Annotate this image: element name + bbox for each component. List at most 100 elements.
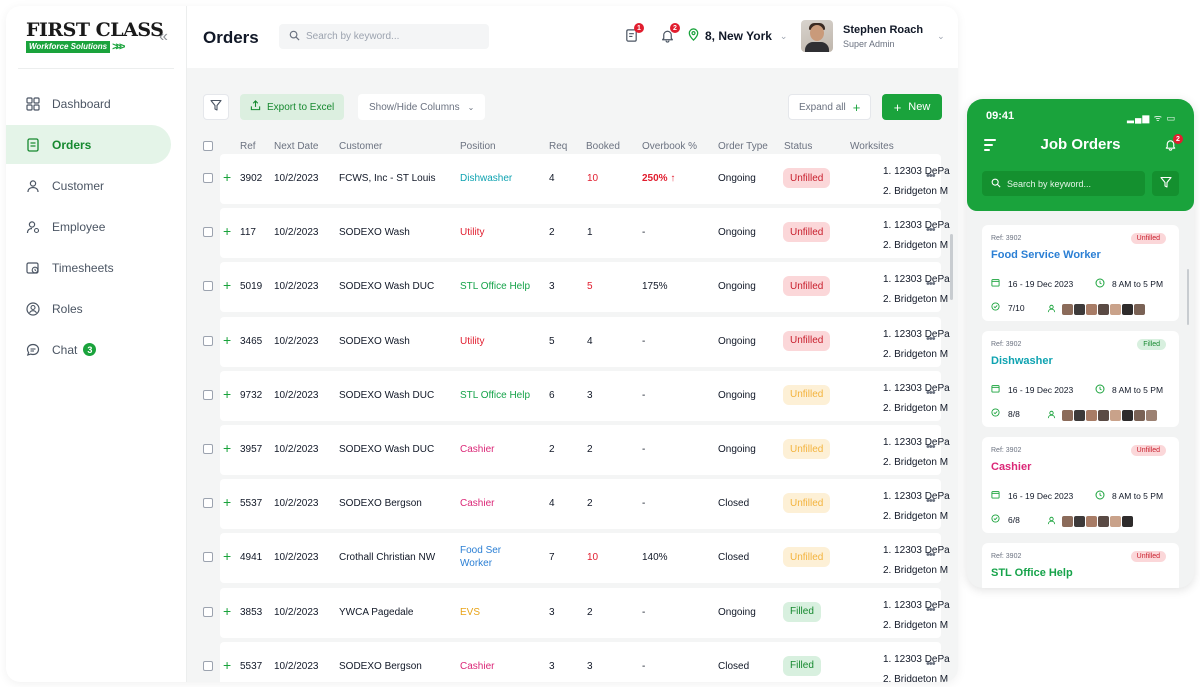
row-more-icon[interactable]: •••: [926, 604, 936, 616]
row-more-icon[interactable]: •••: [926, 278, 936, 290]
column-header-booked[interactable]: Booked: [586, 141, 620, 152]
row-more-icon[interactable]: •••: [926, 170, 936, 182]
expand-row-icon[interactable]: +: [223, 332, 231, 348]
sidebar-item-roles[interactable]: Roles: [6, 289, 186, 328]
staff-avatar: [1086, 515, 1097, 527]
cell-customer: SODEXO Wash DUC: [339, 444, 435, 455]
row-checkbox[interactable]: [203, 606, 213, 617]
expand-row-icon[interactable]: +: [223, 603, 231, 619]
table-row[interactable]: +3902 10/2/2023 FCWS, Inc - ST Louis Dishwa…: [187, 154, 958, 204]
table-row[interactable]: +3957 10/2/2023 SODEXO Wash DUC Cashier 2 2 - O…: [187, 425, 958, 475]
column-header-ref[interactable]: Ref: [240, 141, 256, 152]
row-more-icon[interactable]: •••: [926, 333, 936, 345]
person-icon: [1047, 300, 1062, 318]
assigned-staff: [1047, 406, 1158, 424]
column-header-customer[interactable]: Customer: [339, 141, 382, 152]
expand-row-icon[interactable]: +: [223, 277, 231, 293]
status-badge: Unfilled: [783, 222, 831, 243]
job-ref: Ref: 3902: [991, 447, 1022, 454]
notifications-button[interactable]: 2: [660, 23, 680, 44]
column-header-next-date[interactable]: Next Date: [274, 141, 318, 152]
cell-overbook: -: [642, 390, 645, 401]
row-checkbox[interactable]: [203, 444, 213, 454]
job-order-card[interactable]: Ref: 3902 Unfilled Cashier 16 - 19 Dec 2023…: [982, 437, 1179, 533]
cell-position: Utility: [460, 227, 485, 239]
column-header-position[interactable]: Position: [460, 141, 496, 152]
user-menu[interactable]: Stephen Roach Super Admin ⌄: [801, 20, 945, 52]
row-more-icon[interactable]: •••: [926, 658, 936, 670]
expand-row-icon[interactable]: +: [223, 169, 231, 185]
job-time: 8 AM to 5 PM: [1095, 490, 1163, 502]
expand-all-button[interactable]: Expand all +: [788, 94, 872, 120]
table-row[interactable]: +5019 10/2/2023 SODEXO Wash DUC STL Office …: [187, 262, 958, 313]
expand-row-icon[interactable]: +: [223, 386, 231, 402]
double-chevron-left-icon[interactable]: «: [159, 28, 168, 46]
brand-logo[interactable]: FIRST CLASS Workforce Solutions >>>: [26, 20, 164, 53]
mobile-filter-button[interactable]: [1152, 171, 1179, 196]
mobile-search-input[interactable]: [1007, 178, 1137, 189]
row-checkbox[interactable]: [203, 660, 213, 671]
cell-booked: 1: [587, 227, 593, 239]
sidebar-item-employee[interactable]: Employee: [6, 207, 186, 246]
location-pin-icon: [687, 28, 705, 44]
job-order-card[interactable]: Ref: 3902 Unfilled Food Service Worker 16 -…: [982, 225, 1179, 321]
row-checkbox[interactable]: [203, 389, 213, 400]
expand-row-icon[interactable]: +: [223, 494, 231, 510]
column-header-status[interactable]: Status: [784, 141, 812, 152]
table-row[interactable]: +5537 10/2/2023 SODEXO Bergson Cashier 3 3 - Cl…: [187, 641, 958, 682]
export-excel-button[interactable]: Export to Excel: [240, 94, 345, 120]
row-checkbox[interactable]: [203, 281, 213, 292]
row-checkbox[interactable]: [203, 552, 213, 563]
filter-button[interactable]: [203, 94, 229, 120]
table-row[interactable]: +117 10/2/2023 SODEXO Wash Utility 2 1 - Ongoin…: [187, 208, 958, 259]
row-checkbox[interactable]: [203, 335, 213, 346]
cell-ref: 3957: [240, 444, 263, 455]
job-order-card[interactable]: Ref: 3902 Filled Dishwasher 16 - 19 Dec 202…: [982, 331, 1179, 427]
cell-ref: 3902: [240, 173, 263, 184]
job-time-text: 8 AM to 5 PM: [1112, 491, 1164, 501]
mobile-scrollbar[interactable]: [1187, 269, 1189, 325]
sidebar-item-customer[interactable]: Customer: [6, 166, 186, 205]
staff-avatar: [1122, 515, 1133, 527]
row-more-icon[interactable]: •••: [926, 441, 936, 453]
row-more-icon[interactable]: •••: [926, 495, 936, 507]
column-header-order-type[interactable]: Order Type: [718, 141, 768, 152]
table-row[interactable]: +9732 10/2/2023 SODEXO Wash DUC STL Office …: [187, 370, 958, 421]
table-scrollbar[interactable]: [950, 234, 953, 300]
table-row[interactable]: +3853 10/2/2023 YWCA Pagedale EVS 3 2 - Ongoing…: [187, 587, 958, 638]
row-more-icon[interactable]: •••: [926, 224, 936, 236]
row-more-icon[interactable]: •••: [926, 387, 936, 399]
column-header-req[interactable]: Req: [549, 141, 567, 152]
select-all-checkbox[interactable]: [203, 141, 213, 151]
row-checkbox[interactable]: [203, 227, 213, 238]
expand-row-icon[interactable]: +: [223, 548, 231, 564]
mobile-notifications-button[interactable]: 2: [1164, 134, 1183, 152]
new-order-button[interactable]: + New: [882, 94, 942, 120]
staff-avatar: [1110, 303, 1121, 315]
mobile-search-box[interactable]: [982, 171, 1145, 196]
table-row[interactable]: +5537 10/2/2023 SODEXO Bergson Cashier 4 2 - Cl…: [187, 479, 958, 530]
table-row[interactable]: +3465 10/2/2023 SODEXO Wash Utility 5 4 - Ongoi…: [187, 316, 958, 367]
row-checkbox[interactable]: [203, 498, 213, 509]
expand-row-icon[interactable]: +: [223, 223, 231, 239]
row-checkbox[interactable]: [203, 173, 213, 183]
column-header-overbook[interactable]: Overbook %: [642, 141, 697, 152]
search-box[interactable]: [279, 24, 489, 49]
search-input[interactable]: [306, 31, 476, 42]
sidebar-item-timesheets[interactable]: Timesheets: [6, 248, 186, 287]
staff-avatar: [1074, 515, 1085, 527]
column-header-worksites[interactable]: Worksites: [850, 141, 894, 152]
sidebar-item-dashboard[interactable]: Dashboard: [6, 84, 186, 123]
expand-row-icon[interactable]: +: [223, 440, 231, 456]
row-more-icon[interactable]: •••: [926, 549, 936, 561]
sidebar-item-chat[interactable]: Chat 3: [6, 330, 186, 369]
show-hide-columns-dropdown[interactable]: Show/Hide Columns ⌄: [358, 94, 486, 120]
expand-row-icon[interactable]: +: [223, 657, 231, 673]
job-order-card[interactable]: Ref: 3902 Unfilled STL Office Help: [982, 543, 1179, 588]
sidebar-item-label: Timesheets: [52, 260, 114, 275]
sidebar-divider: [18, 68, 174, 69]
location-selector[interactable]: 8, New York ⌄: [687, 28, 787, 44]
sidebar-item-orders[interactable]: Orders: [6, 125, 171, 164]
table-row[interactable]: +4941 10/2/2023 Crothall Christian NW Food …: [187, 533, 958, 584]
document-notification-button[interactable]: 1: [624, 23, 644, 44]
